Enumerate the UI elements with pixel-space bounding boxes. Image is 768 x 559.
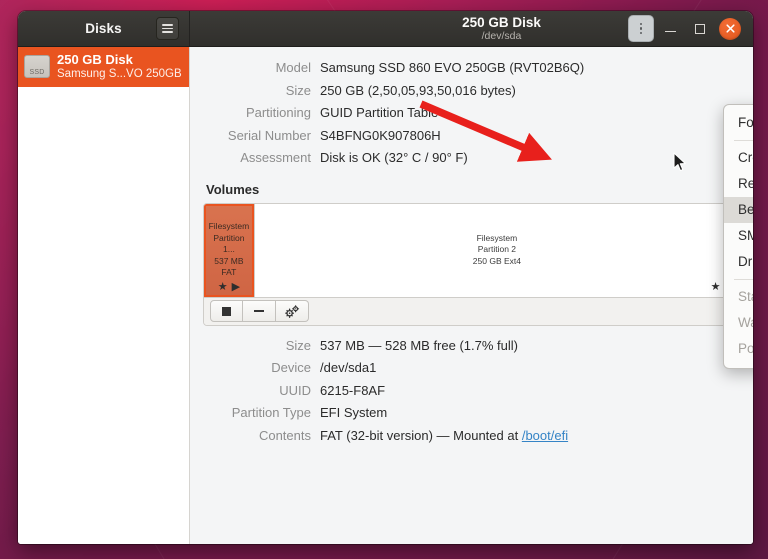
window-title: 250 GB Disk xyxy=(462,14,541,30)
headerbar-sidebar-section: Disks xyxy=(18,11,190,46)
app-title: Disks xyxy=(85,21,122,36)
drive-info-value-model: Samsung SSD 860 EVO 250GB (RVT02B6Q) xyxy=(320,60,585,75)
disks-application-window: Disks 250 GB Disk /dev/sda SSD 250 GB Di… xyxy=(18,11,753,544)
close-button-wrap[interactable] xyxy=(716,15,744,43)
menu-item-create-disk-image[interactable]: Create Disk Image… xyxy=(724,145,753,171)
volume-line-3: 537 MB FAT xyxy=(214,255,244,278)
drive-info-label: Model xyxy=(275,60,311,75)
minimize-button[interactable] xyxy=(656,15,684,43)
volume-segment-icons: ★ ▶ xyxy=(204,280,254,293)
gears-icon xyxy=(284,304,299,318)
ssd-icon-label: SSD xyxy=(29,69,45,76)
sidebar-item-subtitle: Samsung S...VO 250GB xyxy=(57,68,182,80)
partition-info-label: Contents xyxy=(258,427,311,443)
volumes-toolbar-group xyxy=(210,300,309,322)
drive-info-grid: Model Samsung SSD 860 EVO 250GB (RVT02B6… xyxy=(192,47,753,170)
volume-segment-partition-1[interactable]: Filesystem Partition 1... 537 MB FAT ★ ▶ xyxy=(204,203,255,297)
ssd-drive-icon: SSD xyxy=(24,55,50,78)
partition-info-label: UUID xyxy=(279,382,311,398)
menu-separator xyxy=(734,140,753,141)
maximize-button[interactable] xyxy=(686,15,714,43)
volume-line-2: Partition 1... xyxy=(213,232,245,255)
volume-segment-text: Filesystem Partition 1... 537 MB FAT xyxy=(204,221,254,279)
partition-info-label: Partition Type xyxy=(231,405,311,420)
menu-item-power-off: Power Off xyxy=(738,341,753,356)
minimize-icon xyxy=(664,30,676,33)
menu-item-format-disk[interactable]: Format Disk… xyxy=(724,110,753,136)
partition-info-label: Size xyxy=(285,337,311,353)
drive-info-value-size: 250 GB (2,50,05,93,50,016 bytes) xyxy=(320,82,516,98)
partition-info-label: Device xyxy=(271,360,311,375)
menu-item-smart-data[interactable]: SMART Data & Self-Tests… xyxy=(724,223,753,249)
menu-separator xyxy=(734,279,753,280)
volume-line-2: Partition 2 xyxy=(477,244,517,255)
window-subtitle: /dev/sda xyxy=(481,29,522,42)
partition-info-value-size: 537 MB — 528 MB free (1.7% full) xyxy=(320,337,518,353)
unmount-button[interactable] xyxy=(210,300,243,322)
partition-info-grid: Size 537 MB — 528 MB free (1.7% full) De… xyxy=(192,326,753,448)
drive-info-label: Serial Number xyxy=(227,127,311,143)
drive-details-panel: Model Samsung SSD 860 EVO 250GB (RVT02B6… xyxy=(190,47,753,544)
volume-line-3: 250 GB Ext4 xyxy=(472,255,521,266)
drive-info-value-assessment: Disk is OK (32° C / 90° F) xyxy=(320,150,468,165)
star-icon: ★ xyxy=(217,280,228,293)
drive-info-label: Partitioning xyxy=(245,105,311,120)
volumes-bar: Filesystem Partition 1... 537 MB FAT ★ ▶… xyxy=(204,203,739,297)
menu-item-standby-now: Standby Now xyxy=(738,289,753,304)
vertical-dots-icon xyxy=(639,20,643,36)
partition-info-value-uuid: 6215-F8AF xyxy=(320,382,386,398)
volumes-widget: Filesystem Partition 1... 537 MB FAT ★ ▶… xyxy=(203,202,740,326)
close-button[interactable] xyxy=(719,17,741,40)
drive-info-label: Size xyxy=(285,82,311,98)
menu-item-benchmark-disk[interactable]: Benchmark Disk… xyxy=(724,197,753,223)
minus-icon xyxy=(254,310,264,312)
drive-info-value-partitioning: GUID Partition Table xyxy=(320,105,439,120)
window-body: SSD 250 GB Disk Samsung S...VO 250GB Mod… xyxy=(18,47,753,544)
partition-options-button[interactable] xyxy=(276,300,309,322)
menu-item-drive-settings[interactable]: Drive Settings… xyxy=(724,249,753,275)
hamburger-menu-button[interactable] xyxy=(156,17,179,40)
menu-item-wake-up-from-standby: Wake-Up from Standby xyxy=(738,315,753,330)
volume-segment-partition-2[interactable]: Filesystem Partition 2 250 GB Ext4 ★ ▶ xyxy=(255,204,739,297)
menu-item-restore-disk-image[interactable]: Restore Disk Image… xyxy=(724,171,753,197)
partition-info-value-partition-type: EFI System xyxy=(320,405,388,420)
hamburger-menu-icon xyxy=(162,22,173,35)
stop-square-icon xyxy=(222,306,231,316)
play-icon: ▶ xyxy=(231,280,241,293)
volume-line-1: Filesystem xyxy=(208,221,250,232)
sidebar-item-text: 250 GB Disk Samsung S...VO 250GB xyxy=(57,52,182,81)
sidebar-item-title: 250 GB Disk xyxy=(57,52,133,67)
drive-info-value-serial: S4BFNG0K907806H xyxy=(320,127,441,143)
volume-line-1: Filesystem xyxy=(476,232,518,243)
drive-actions-menu: Format Disk… Create Disk Image… Restore … xyxy=(723,104,753,369)
mount-point-link[interactable]: /boot/efi xyxy=(522,428,568,443)
contents-text: FAT (32-bit version) — Mounted at xyxy=(320,427,522,443)
window-headerbar: Disks 250 GB Disk /dev/sda xyxy=(18,11,753,47)
volume-segment-icons: ★ ▶ xyxy=(255,280,739,293)
devices-sidebar: SSD 250 GB Disk Samsung S...VO 250GB xyxy=(18,47,190,544)
volumes-toolbar xyxy=(204,296,739,325)
drive-menu-button[interactable] xyxy=(628,15,654,42)
sidebar-item-250gb-disk[interactable]: SSD 250 GB Disk Samsung S...VO 250GB xyxy=(18,47,189,87)
close-icon xyxy=(725,24,735,33)
drive-info-label: Assessment xyxy=(240,150,311,165)
partition-info-value-device: /dev/sda1 xyxy=(320,360,377,375)
volume-segment-text: Filesystem Partition 2 250 GB Ext4 xyxy=(470,233,524,268)
partition-info-value-contents: FAT (32-bit version) — Mounted at /boot/… xyxy=(320,425,753,448)
star-icon: ★ xyxy=(710,280,721,293)
delete-partition-button[interactable] xyxy=(243,300,276,322)
maximize-icon xyxy=(695,23,705,34)
volumes-heading: Volumes xyxy=(206,181,260,197)
window-controls xyxy=(628,11,744,46)
headerbar-main-section: 250 GB Disk /dev/sda xyxy=(190,11,753,46)
